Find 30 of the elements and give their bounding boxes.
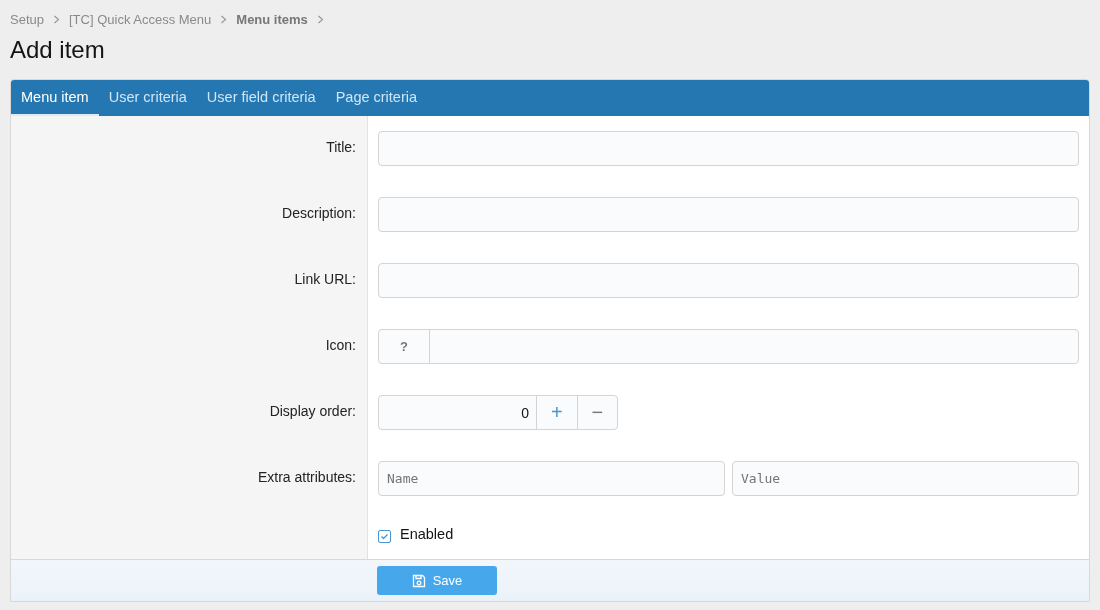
decrement-button[interactable]: − (576, 396, 617, 429)
increment-button[interactable]: + (536, 396, 577, 429)
icon-picker-button[interactable]: ? (379, 330, 430, 363)
breadcrumb-link[interactable]: Menu items (236, 11, 308, 27)
save-icon (411, 573, 426, 588)
checkbox-label: Enabled (400, 525, 454, 542)
field-label: Link URL: (294, 271, 356, 287)
attribute-field[interactable]: Value (732, 461, 1079, 496)
field-label: Extra attributes: (257, 469, 356, 485)
save-button[interactable]: Save (377, 566, 497, 595)
field-label: Title: (326, 139, 356, 155)
checkbox[interactable] (378, 530, 391, 543)
breadcrumb-link[interactable]: Setup (10, 11, 44, 27)
text-field[interactable] (378, 131, 1079, 166)
text-field[interactable] (378, 263, 1079, 298)
number-field[interactable]: 0 + − (378, 395, 618, 430)
field-label: Icon: (325, 337, 356, 353)
tab[interactable]: User criteria (98, 80, 197, 116)
breadcrumb-link[interactable]: [TC] Quick Access Menu (69, 11, 212, 27)
chevron-icon (53, 14, 60, 24)
chevron-icon (220, 14, 228, 24)
chevron-icon (316, 14, 324, 24)
field-label: Description: (282, 205, 356, 221)
text-field[interactable] (378, 197, 1079, 232)
attribute-field[interactable]: Name (378, 461, 725, 496)
field-label: Display order: (269, 403, 356, 419)
icon-field[interactable]: ? (378, 329, 1079, 364)
page-title: Add item (10, 35, 106, 65)
tab[interactable]: Page criteria (325, 80, 428, 116)
tab[interactable]: User field criteria (196, 80, 326, 116)
